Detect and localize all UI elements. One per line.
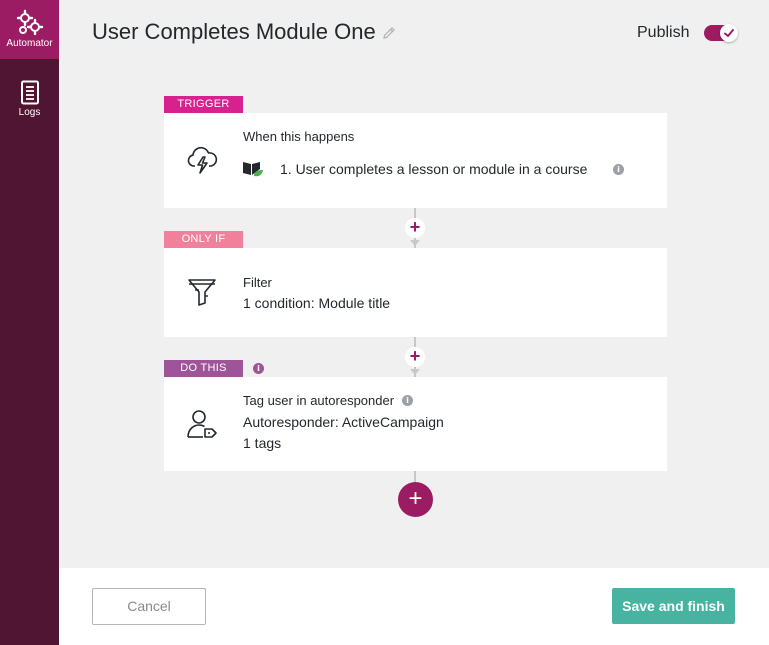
user-tag-icon: [187, 410, 217, 438]
filter-heading: Filter: [243, 275, 272, 290]
add-step-button[interactable]: +: [405, 347, 425, 367]
action-detail-tags: 1 tags: [243, 435, 282, 451]
sidebar-item-automator[interactable]: Automator: [0, 0, 59, 59]
publish-label: Publish: [637, 24, 690, 41]
sidebar-item-label: Logs: [18, 107, 41, 118]
sidebar-item-logs[interactable]: Logs: [0, 75, 59, 125]
publish-toggle[interactable]: [704, 24, 738, 42]
info-icon[interactable]: i: [613, 164, 624, 175]
info-icon[interactable]: i: [253, 363, 264, 374]
info-icon[interactable]: i: [402, 395, 413, 406]
arrow-down-icon: [410, 369, 420, 375]
trigger-card[interactable]: When this happens 1. User completes a le…: [164, 113, 667, 208]
trigger-item: 1. User completes a lesson or module in …: [280, 161, 588, 177]
page-title: User Completes Module One: [92, 19, 376, 44]
action-heading: Tag user in autoresponder: [243, 393, 395, 408]
toggle-knob: [720, 24, 738, 42]
cloud-lightning-icon: [187, 146, 218, 174]
document-icon: [20, 80, 39, 105]
filter-detail: 1 condition: Module title: [243, 295, 391, 311]
funnel-icon: [188, 279, 216, 306]
sidebar-item-label: Automator: [6, 38, 53, 49]
footer-bar: Cancel Save and finish: [59, 568, 769, 645]
sidebar: Automator Logs: [0, 0, 59, 645]
onlyif-badge: ONLY IF: [164, 231, 243, 248]
filter-card[interactable]: Filter 1 condition: Module title: [164, 248, 667, 337]
dothis-badge: DO THIS: [164, 360, 243, 377]
add-step-button[interactable]: +: [405, 218, 425, 238]
checkmark-icon: [724, 29, 734, 37]
add-action-button[interactable]: +: [398, 482, 433, 517]
arrow-down-icon: [410, 240, 420, 246]
save-and-finish-button[interactable]: Save and finish: [612, 588, 735, 624]
cancel-button[interactable]: Cancel: [92, 588, 206, 625]
learndash-icon: [243, 162, 263, 177]
pencil-icon[interactable]: [381, 25, 397, 41]
action-detail-autoresponder: Autoresponder: ActiveCampaign: [243, 414, 444, 430]
action-card[interactable]: Tag user in autoresponder i Autoresponde…: [164, 377, 667, 471]
trigger-heading: When this happens: [243, 129, 355, 144]
trigger-badge: TRIGGER: [164, 96, 243, 113]
gears-icon: [16, 9, 43, 36]
